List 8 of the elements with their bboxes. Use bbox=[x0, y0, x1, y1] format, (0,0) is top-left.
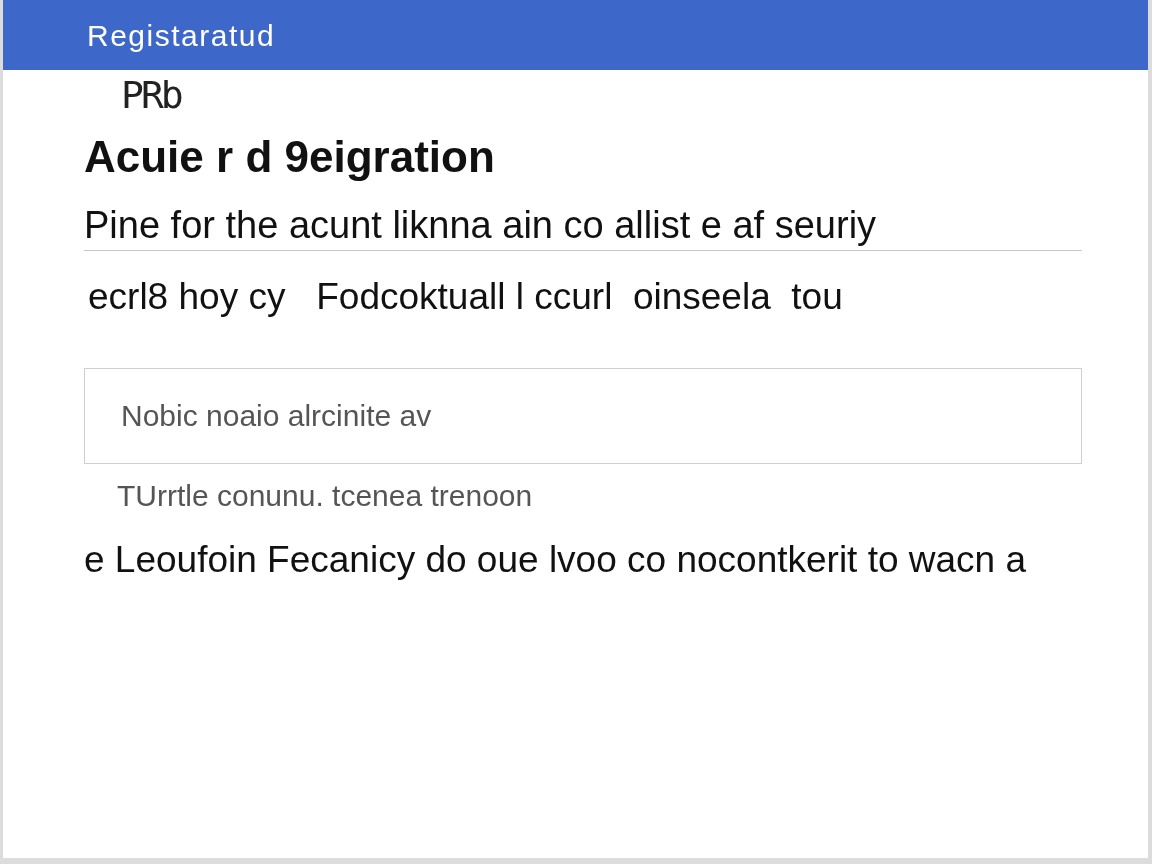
input-field[interactable]: Nobic noaio alrcinite av bbox=[84, 368, 1082, 464]
footer-text: e Leoufoin Fecanicy do oue lvoo co nocontkerit to wacn a bbox=[84, 539, 1028, 581]
page-heading: Acuie r d 9eigration bbox=[84, 132, 496, 182]
label-text: PRb bbox=[121, 74, 183, 116]
notice-text: ecrl8 hoy cy Fodcoktuall l ccurl oinseela tou bbox=[88, 276, 844, 318]
hint-text: TUrrtle conunu. tcenea trenoon bbox=[117, 479, 534, 513]
page-title: Registaratud bbox=[87, 17, 276, 54]
subheading-text: Pine for the acunt liknna ain co allist e af seuriy bbox=[84, 204, 878, 246]
